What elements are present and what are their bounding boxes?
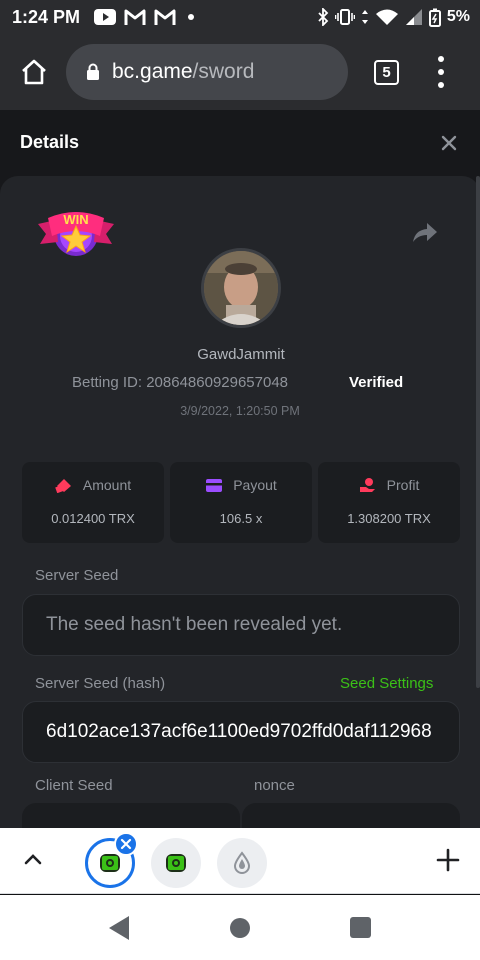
data-icon [361,9,369,25]
stat-amount: Amount 0.012400 TRX [22,462,164,543]
url-host: bc.game [112,60,193,83]
tab-bcgame[interactable] [151,838,201,888]
tab-count: 5 [382,64,391,81]
bcgame-icon [100,854,120,872]
server-seed-value: The seed hasn't been revealed yet. [46,614,343,635]
url-text: bc.game/sword [112,60,254,84]
url-path: /sword [192,60,255,83]
menu-dot [438,69,444,75]
share-icon[interactable] [412,220,438,244]
seed-settings-link[interactable]: Seed Settings [340,675,433,692]
server-seed-hash-field[interactable]: 6d102ace137acf6e1100ed9702ffd0daf112968 [22,701,460,763]
server-seed-field[interactable]: The seed hasn't been revealed yet. [22,594,460,656]
browser-menu-button[interactable] [436,56,446,88]
android-nav-bar [0,895,480,960]
win-badge-icon: WIN [38,212,114,256]
stat-label: Amount [82,477,132,493]
nonce-field[interactable] [242,803,460,828]
gmail-icon [124,9,146,26]
server-seed-hash-label: Server Seed (hash) [35,675,166,692]
bcgame-icon [166,854,186,872]
chevron-up-icon[interactable] [23,852,43,866]
gmail-icon [154,9,176,26]
signal-icon [405,8,423,26]
menu-dot [438,56,444,62]
nonce-label: nonce [254,777,295,794]
back-icon[interactable] [108,915,130,941]
recents-icon[interactable] [350,917,371,938]
betting-id: Betting ID: 20864860929657048 [72,374,289,391]
stat-profit: Profit 1.308200 TRX [318,462,460,543]
tab-switcher-button[interactable]: 5 [374,60,399,85]
stat-label: Payout [233,477,277,493]
client-seed-field[interactable] [22,803,240,828]
server-seed-hash-value: 6d102ace137acf6e1100ed9702ffd0daf112968 [46,721,432,742]
bluetooth-icon [317,8,329,26]
menu-dot [438,82,444,88]
details-page: Details WIN GawdJammit Betting ID: 20864… [0,110,480,828]
close-tab-button[interactable] [114,832,138,856]
stat-payout: Payout 106.5 x [170,462,312,543]
drop-icon [233,851,251,874]
dot-icon [184,12,198,22]
stat-value: 106.5 x [219,511,263,526]
client-seed-label: Client Seed [35,777,113,794]
close-icon[interactable] [438,132,460,154]
stat-label: Profit [386,477,420,493]
details-title: Details [20,132,80,152]
status-time: 1:24 PM [12,6,81,27]
verified-label: Verified [349,374,404,391]
home-nav-icon[interactable] [230,918,250,938]
username: GawdJammit [197,346,285,363]
new-tab-plus-icon[interactable] [436,848,460,872]
tab-drop[interactable] [217,838,267,888]
wifi-icon [375,8,399,26]
avatar [201,248,281,328]
battery-percent: 5% [446,8,470,25]
status-bar: 1:24 PM 5% [0,0,480,34]
amount-icon [55,479,71,493]
tab-strip [0,828,480,894]
stat-value: 1.308200 TRX [347,511,431,526]
bet-date: 3/9/2022, 1:20:50 PM [180,404,300,418]
battery-icon [428,8,441,27]
server-seed-label: Server Seed [35,567,119,584]
scrollbar[interactable] [476,176,480,688]
wallet-icon [206,478,223,492]
browser-toolbar: bc.game/sword 5 [0,34,480,110]
vibrate-icon [334,9,355,25]
home-button[interactable] [19,57,49,87]
youtube-icon [94,9,117,25]
lock-icon [87,63,99,80]
stat-value: 0.012400 TRX [51,511,135,526]
close-icon [120,838,132,850]
win-badge-text: WIN [63,212,88,227]
url-bar[interactable]: bc.game/sword [66,44,348,100]
profit-icon [359,478,375,492]
home-icon [22,59,46,85]
